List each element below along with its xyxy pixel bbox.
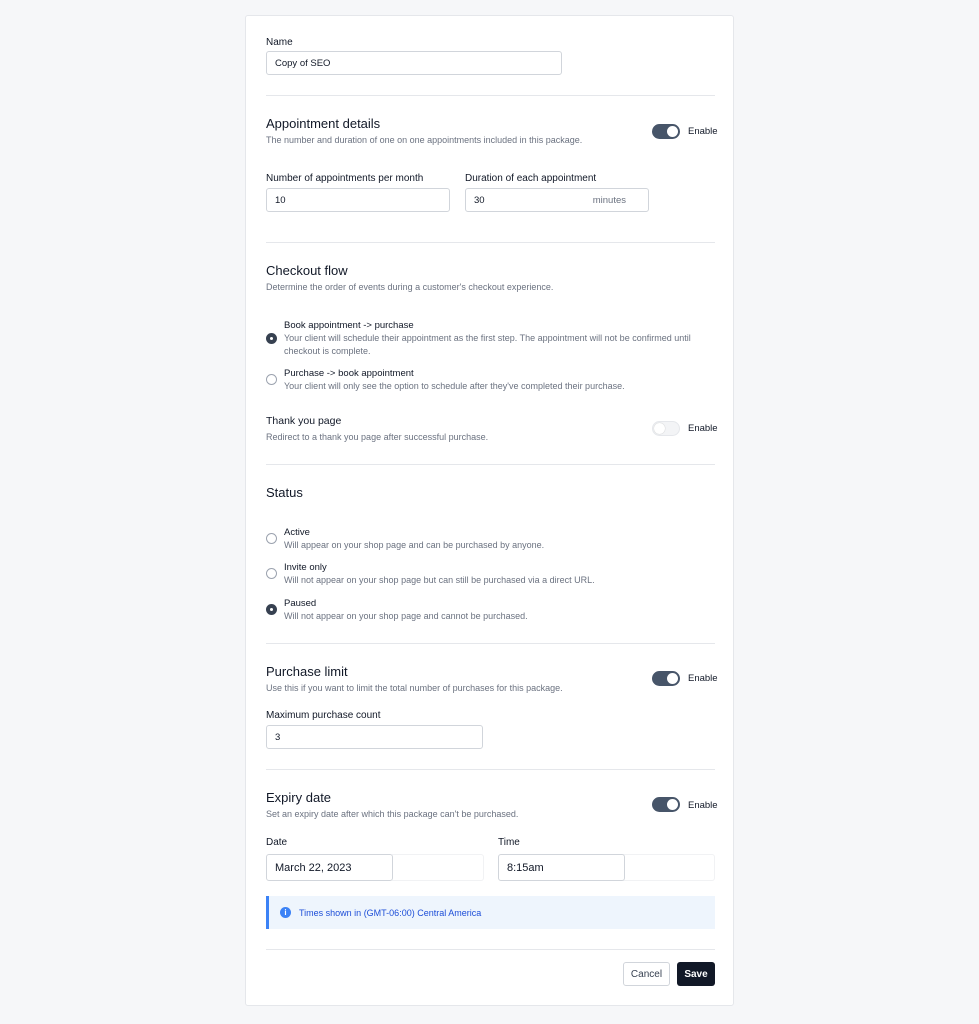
appointments-per-month-label: Number of appointments per month	[266, 173, 424, 184]
thank-you-description: Redirect to a thank you page after succe…	[266, 432, 489, 442]
purchase-then-book-radio[interactable]	[266, 374, 277, 385]
appointment-details-title: Appointment details	[266, 116, 381, 131]
purchase-limit-toggle[interactable]	[652, 671, 680, 686]
book-then-purchase-description: Your client will schedule their appointm…	[284, 333, 691, 356]
duration-value: 30	[474, 194, 485, 206]
name-label: Name	[266, 37, 293, 48]
toggle-knob	[667, 673, 678, 684]
expiry-toggle-label: Enable	[688, 800, 718, 811]
status-active-description: Will appear on your shop page and can be…	[284, 540, 545, 550]
appointment-details-toggle[interactable]	[652, 124, 680, 139]
status-invite-only-description: Will not appear on your shop page but ca…	[284, 575, 595, 585]
appointment-details-toggle-label: Enable	[688, 126, 718, 137]
book-then-purchase-radio[interactable]	[266, 333, 277, 344]
expiry-toggle[interactable]	[652, 797, 680, 812]
purchase-then-book-description: Your client will only see the option to …	[284, 381, 625, 391]
thank-you-toggle-label: Enable	[688, 423, 718, 434]
time-field-track	[623, 854, 715, 881]
appointment-duration-label: Duration of each appointment	[465, 173, 597, 184]
expiry-title: Expiry date	[266, 790, 332, 805]
name-input[interactable]: Copy of SEO	[266, 51, 562, 75]
max-purchase-count-label: Maximum purchase count	[266, 710, 381, 721]
status-invite-only-title: Invite only	[284, 562, 327, 573]
cancel-button[interactable]: Cancel	[623, 962, 670, 986]
divider	[266, 464, 715, 465]
appointment-details-description: The number and duration of one on one ap…	[266, 135, 583, 145]
max-purchase-count-input[interactable]: 3	[266, 725, 483, 749]
status-title: Status	[266, 485, 303, 500]
duration-suffix: minutes	[592, 194, 626, 206]
purchase-limit-description: Use this if you want to limit the total …	[266, 683, 563, 693]
expiry-description: Set an expiry date after which this pack…	[266, 809, 519, 819]
date-field-track	[392, 854, 484, 881]
divider	[266, 769, 715, 770]
toggle-knob	[654, 423, 665, 434]
status-active-title: Active	[284, 527, 310, 538]
time-label: Time	[498, 837, 520, 848]
status-invite-only-radio[interactable]	[266, 568, 277, 579]
divider	[266, 643, 715, 644]
toggle-knob	[667, 126, 678, 137]
toggle-knob	[667, 799, 678, 810]
timezone-info-text: Times shown in (GMT-06:00) Central Ameri…	[299, 907, 482, 918]
thank-you-title: Thank you page	[266, 415, 342, 427]
appointment-duration-input[interactable]: 30 minutes	[465, 188, 649, 212]
appointments-per-month-input[interactable]: 10	[266, 188, 450, 212]
purchase-limit-title: Purchase limit	[266, 664, 348, 679]
divider	[266, 242, 715, 243]
thank-you-toggle[interactable]	[652, 421, 680, 436]
timezone-info-banner: i Times shown in (GMT-06:00) Central Ame…	[266, 896, 715, 929]
purchase-limit-toggle-label: Enable	[688, 673, 718, 684]
date-label: Date	[266, 837, 288, 848]
divider	[266, 95, 715, 96]
purchase-then-book-title: Purchase -> book appointment	[284, 368, 414, 379]
status-active-radio[interactable]	[266, 533, 277, 544]
book-then-purchase-title: Book appointment -> purchase	[284, 320, 414, 331]
package-form-card: Name Copy of SEO Appointment details The…	[245, 15, 734, 1006]
info-icon: i	[280, 907, 291, 918]
divider	[266, 949, 715, 950]
date-input[interactable]: March 22, 2023	[266, 854, 393, 881]
checkout-flow-title: Checkout flow	[266, 263, 348, 278]
status-paused-title: Paused	[284, 598, 317, 609]
checkout-flow-description: Determine the order of events during a c…	[266, 282, 554, 292]
save-button[interactable]: Save	[677, 962, 715, 986]
status-paused-radio[interactable]	[266, 604, 277, 615]
status-paused-description: Will not appear on your shop page and ca…	[284, 611, 528, 621]
time-input[interactable]: 8:15am	[498, 854, 625, 881]
